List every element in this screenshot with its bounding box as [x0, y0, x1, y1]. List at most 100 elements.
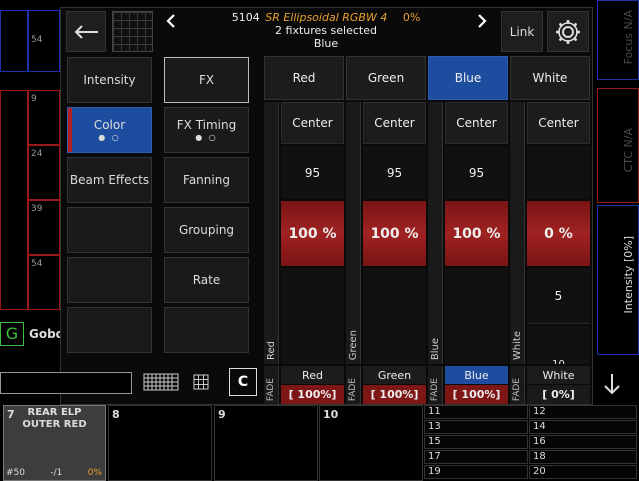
channel-header[interactable]: Red — [264, 56, 344, 100]
fade-label: FADE — [428, 366, 443, 404]
current-level[interactable]: 0 % — [527, 201, 590, 266]
ctc-label: CTC N/A — [622, 128, 635, 173]
channel-footer-name: Red — [281, 366, 344, 384]
keypad-button[interactable] — [193, 374, 209, 394]
mini-playback[interactable]: 13 — [424, 420, 528, 434]
mini-playback[interactable]: 12 — [529, 405, 637, 419]
center-button[interactable]: Center — [363, 102, 426, 144]
chevron-right-icon — [478, 14, 487, 28]
mini-playback[interactable]: 17 — [424, 450, 528, 464]
gear-icon — [556, 19, 580, 44]
gobo-label[interactable]: Gobo — [29, 327, 64, 341]
keyboard-button[interactable] — [143, 373, 179, 395]
mini-playback[interactable]: 16 — [529, 435, 637, 449]
current-level[interactable]: 100 % — [445, 201, 508, 266]
channel-strip[interactable]: Red — [264, 102, 279, 364]
mini-playback[interactable]: 18 — [529, 450, 637, 464]
mini-playback[interactable]: 11 — [424, 405, 528, 419]
value-below[interactable] — [363, 268, 426, 364]
next-fixture-button[interactable] — [476, 13, 488, 33]
channel-footer-value: [ 100%] — [281, 385, 344, 404]
scroll-down-button[interactable] — [603, 373, 621, 399]
playback-10[interactable]: 10 — [319, 405, 423, 481]
channel-strip[interactable]: White — [510, 102, 525, 364]
value-above[interactable]: 95 — [281, 146, 344, 199]
center-button[interactable]: Center — [527, 102, 590, 144]
fade-label: FADE — [346, 366, 361, 404]
value-above[interactable]: 95 — [363, 146, 426, 199]
channel-header[interactable]: White — [510, 56, 590, 100]
channel-header[interactable]: Green — [346, 56, 426, 100]
gobo-key[interactable]: G — [0, 322, 24, 346]
playback-7[interactable]: 7 REAR ELP OUTER RED #50 -/1 0% — [3, 405, 106, 481]
channel-number: 5104 — [231, 11, 260, 24]
value-above[interactable] — [527, 146, 590, 199]
clear-button[interactable]: C — [229, 368, 257, 396]
sub-grouping[interactable]: Grouping — [164, 207, 249, 253]
page-dots: ● ○ — [98, 133, 121, 142]
value-below[interactable] — [445, 268, 508, 364]
keypad-icon — [193, 374, 209, 390]
feature-empty[interactable] — [67, 207, 152, 253]
cell-number: 54 — [31, 35, 43, 45]
current-level[interactable]: 100 % — [281, 201, 344, 266]
sub-fx[interactable]: FX — [164, 57, 249, 103]
prev-fixture-button[interactable] — [165, 13, 177, 33]
playback-status: #50 -/1 0% — [6, 468, 102, 478]
arrow-down-icon — [604, 374, 620, 395]
feature-beam-effects[interactable]: Beam Effects — [67, 157, 152, 203]
back-button[interactable] — [66, 11, 106, 52]
channel-red[interactable]: Red Red Center 95 100 % FADE Red [ 100%] — [264, 56, 344, 404]
center-button[interactable]: Center — [281, 102, 344, 144]
arrow-left-icon — [74, 24, 98, 39]
current-parameter: Blue — [313, 37, 339, 50]
fixture-percent: 0% — [402, 11, 421, 24]
mini-playback[interactable]: 14 — [529, 420, 637, 434]
sub-fx-timing[interactable]: FX Timing ● ○ — [164, 107, 249, 153]
channel-strip[interactable]: Green — [346, 102, 361, 364]
playback-8[interactable]: 8 — [108, 405, 212, 481]
channel-blue[interactable]: Blue Blue Center 95 100 % FADE Blue [ 10… — [428, 56, 508, 404]
feature-empty[interactable] — [67, 257, 152, 303]
fade-label: FADE — [264, 366, 279, 404]
focus-label: Focus N/A — [622, 10, 635, 65]
sub-fanning[interactable]: Fanning — [164, 157, 249, 203]
channel-footer-value: [ 100%] — [445, 385, 508, 404]
grid-view-icon[interactable] — [112, 11, 153, 52]
mini-playback[interactable]: 20 — [529, 465, 637, 479]
page-dots: ● ○ — [195, 133, 218, 142]
cue-number: #50 — [6, 468, 25, 478]
feature-intensity[interactable]: Intensity — [67, 57, 152, 103]
channel-green[interactable]: Green Green Center 95 100 % FADE Green [… — [346, 56, 426, 404]
sub-empty[interactable] — [164, 307, 249, 353]
cue-part: -/1 — [50, 468, 63, 478]
sub-rate[interactable]: Rate — [164, 257, 249, 303]
channel-header[interactable]: Blue — [428, 56, 508, 100]
keyboard-icon — [143, 373, 179, 391]
center-button[interactable]: Center — [445, 102, 508, 144]
fixture-parameter-popup: 5104 SR Ellipsoidal RGBW 4 0% 2 fixtures… — [60, 7, 593, 405]
channel-footer-name: Blue — [445, 366, 508, 384]
channel-footer-value: [ 0%] — [527, 385, 590, 404]
cell-number: 39 — [31, 204, 43, 214]
channel-strip[interactable]: Blue — [428, 102, 443, 364]
value-below[interactable] — [281, 268, 344, 364]
channel-white[interactable]: White White Center 0 % 5 10 FADE White [… — [510, 56, 590, 404]
intensity-side-label: Intensity [0%] — [622, 236, 635, 314]
playback-percent: 0% — [87, 468, 102, 478]
value-below[interactable]: 5 — [527, 268, 590, 324]
mini-playback[interactable]: 19 — [424, 465, 528, 479]
settings-button[interactable] — [547, 11, 589, 52]
current-level[interactable]: 100 % — [363, 201, 426, 266]
active-indicator — [68, 108, 72, 152]
channel-footer-name: Green — [363, 366, 426, 384]
cell-number: 9 — [31, 94, 37, 104]
feature-color[interactable]: Color ● ○ — [67, 107, 152, 153]
mini-playback[interactable]: 15 — [424, 435, 528, 449]
command-line-input[interactable] — [0, 372, 132, 394]
link-button[interactable]: Link — [501, 11, 543, 52]
feature-empty[interactable] — [67, 307, 152, 353]
value-below-2[interactable]: 10 — [527, 326, 590, 364]
playback-9[interactable]: 9 — [214, 405, 318, 481]
value-above[interactable]: 95 — [445, 146, 508, 199]
